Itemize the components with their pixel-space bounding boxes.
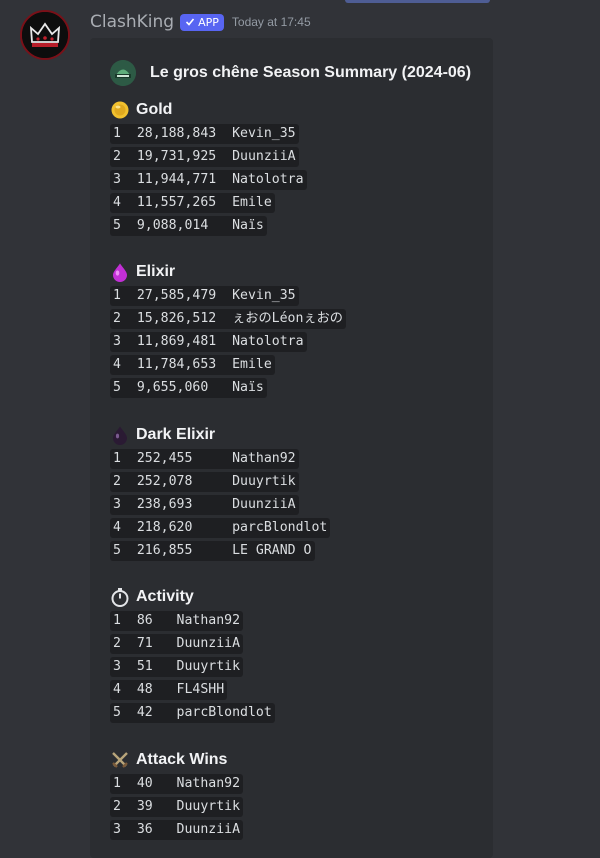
attack-wins-section: Attack Wins 1 40 Nathan92 2 39 Duuyrtik …	[110, 748, 244, 842]
list-item: 4 11,557,265 Emile	[110, 192, 307, 215]
list-item: 4 11,784,653 Emile	[110, 354, 346, 377]
list-item: 3 11,944,771 Natolotra	[110, 168, 307, 191]
list-item: 3 51 Duuyrtik	[110, 655, 275, 678]
activity-row-5: 5 42 parcBlondlot	[110, 703, 275, 724]
elixir-row-5: 5 9,655,060 Naïs	[110, 378, 267, 399]
list-item: 5 42 parcBlondlot	[110, 702, 275, 725]
list-item: 1 252,455 Nathan92	[110, 447, 330, 470]
attack-wins-row-3: 3 36 DuunziiA	[110, 819, 244, 840]
elixir-row-2: 2 15,826,512 ぇおのLéonぇおの	[110, 308, 346, 329]
checkmark-icon	[186, 18, 195, 26]
gold-row-5: 5 9,088,014 Naïs	[110, 216, 267, 237]
list-item: 3 238,693 DuunziiA	[110, 493, 330, 516]
elixir-drop-icon	[110, 262, 130, 282]
dark-elixir-drop-icon	[110, 425, 130, 445]
list-item: 3 11,869,481 Natolotra	[110, 330, 346, 353]
dark-elixir-header: Dark Elixir	[110, 423, 330, 447]
activity-row-1: 1 86 Nathan92	[110, 610, 244, 631]
attack-wins-header: Attack Wins	[110, 748, 243, 772]
list-item: 5 216,855 LE GRAND O	[110, 540, 330, 563]
elixir-section: Elixir 1 27,585,479 Kevin_35 2 15,826,51…	[110, 260, 346, 400]
activity-row-4: 4 48 FL4SHH	[110, 680, 228, 701]
elixir-row-3: 3 11,869,481 Natolotra	[110, 331, 307, 352]
clan-badge-icon	[110, 60, 136, 86]
bot-avatar[interactable]	[20, 10, 70, 60]
crossed-swords-icon	[110, 750, 130, 770]
list-item: 1 28,188,843 Kevin_35	[110, 122, 307, 145]
list-item: 3 36 DuunziiA	[110, 818, 244, 841]
message-timestamp[interactable]: Today at 17:45	[232, 15, 311, 29]
attack-wins-row-1: 1 40 Nathan92	[110, 773, 244, 794]
dark-elixir-section: Dark Elixir 1 252,455 Nathan92 2 252,078…	[110, 423, 331, 563]
dark-elixir-row-4: 4 218,620 parcBlondlot	[110, 518, 331, 539]
activity-row-3: 3 51 Duuyrtik	[110, 656, 244, 677]
elixir-row-4: 4 11,784,653 Emile	[110, 355, 275, 376]
attack-wins-title: Attack Wins	[136, 751, 228, 768]
elixir-title: Elixir	[136, 263, 176, 280]
list-item: 1 86 Nathan92	[110, 609, 275, 632]
activity-section: Activity 1 86 Nathan92 2 71 DuunziiA 3 5…	[110, 585, 275, 725]
list-item: 2 39 Duuyrtik	[110, 795, 244, 818]
author-name[interactable]: ClashKing	[90, 12, 174, 32]
list-item: 4 218,620 parcBlondlot	[110, 517, 331, 540]
list-item: 5 9,088,014 Naïs	[110, 215, 307, 238]
list-item: 4 48 FL4SHH	[110, 679, 275, 702]
dark-elixir-row-5: 5 216,855 LE GRAND O	[110, 541, 315, 562]
stopwatch-icon	[110, 587, 130, 607]
list-item: 1 27,585,479 Kevin_35	[110, 284, 346, 307]
gold-title: Gold	[136, 101, 173, 118]
embed-title-text: Le gros chêne Season Summary (2024-06)	[150, 64, 472, 81]
gold-row-3: 3 11,944,771 Natolotra	[110, 169, 307, 190]
gold-coin-icon	[110, 100, 130, 120]
season-summary-embed: Le gros chêne Season Summary (2024-06) G…	[90, 38, 493, 858]
dark-elixir-title: Dark Elixir	[136, 426, 216, 443]
gold-section: Gold 1 28,188,843 Kevin_35 2 19,731,925 …	[110, 98, 307, 238]
dark-elixir-row-2: 2 252,078 Duuyrtik	[110, 471, 299, 492]
top-divider	[345, 0, 490, 3]
message-header: ClashKing APP Today at 17:45	[90, 9, 311, 35]
elixir-header: Elixir	[110, 260, 346, 284]
list-item: 2 15,826,512 ぇおのLéonぇおの	[110, 307, 346, 330]
app-badge-label: APP	[198, 15, 219, 29]
list-item: 5 9,655,060 Naïs	[110, 377, 346, 400]
list-item: 2 19,731,925 DuunziiA	[110, 145, 307, 168]
dark-elixir-row-3: 3 238,693 DuunziiA	[110, 494, 299, 515]
list-item: 2 252,078 Duuyrtik	[110, 470, 330, 493]
list-item: 1 40 Nathan92	[110, 772, 244, 795]
gold-row-2: 2 19,731,925 DuunziiA	[110, 146, 299, 167]
embed-title: Le gros chêne Season Summary (2024-06)	[110, 60, 471, 86]
activity-row-2: 2 71 DuunziiA	[110, 633, 244, 654]
list-item: 2 71 DuunziiA	[110, 632, 275, 655]
gold-row-1: 1 28,188,843 Kevin_35	[110, 123, 299, 144]
gold-row-4: 4 11,557,265 Emile	[110, 193, 275, 214]
activity-header: Activity	[110, 585, 275, 609]
gold-header: Gold	[110, 98, 307, 122]
crown-logo-icon	[22, 12, 68, 58]
elixir-row-1: 1 27,585,479 Kevin_35	[110, 285, 299, 306]
attack-wins-row-2: 2 39 Duuyrtik	[110, 796, 244, 817]
activity-title: Activity	[136, 588, 194, 605]
app-badge: APP	[180, 13, 224, 31]
dark-elixir-row-1: 1 252,455 Nathan92	[110, 448, 299, 469]
